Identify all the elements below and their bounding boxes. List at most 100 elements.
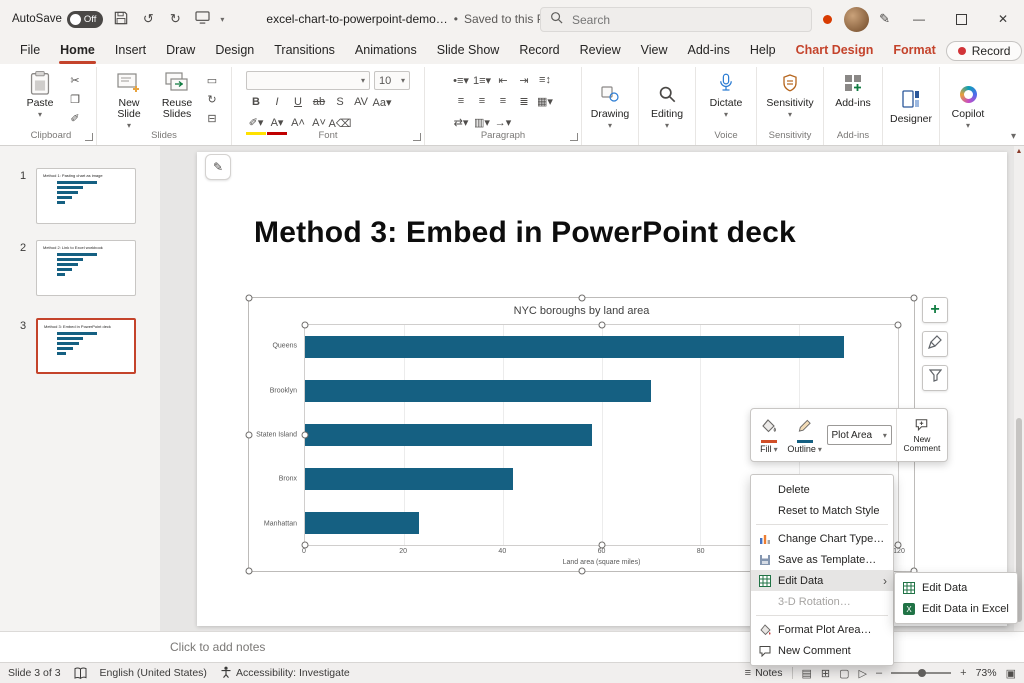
line-spacing-icon[interactable]: ≡↕ [535, 71, 555, 89]
selection-handle[interactable] [301, 321, 309, 329]
justify-icon[interactable]: ≣ [514, 92, 534, 110]
menu-item-reset-to-match-style[interactable]: Reset to Match Style [751, 500, 893, 521]
selection-handle[interactable] [910, 294, 918, 302]
dictate-button[interactable]: Dictate ▾ [703, 67, 749, 119]
dialog-launcher-icon[interactable] [570, 133, 578, 141]
scroll-up-icon[interactable]: ▲ [1014, 148, 1024, 155]
tab-record[interactable]: Record [509, 38, 569, 64]
fill-button[interactable]: Fill ▾ [751, 416, 787, 454]
chart-elements-button[interactable]: + [922, 297, 948, 323]
highlight-color-button[interactable]: ✐▾ [246, 114, 266, 135]
selection-dropdown[interactable]: Plot Area ▾ [826, 425, 892, 445]
format-painter-icon[interactable]: ✐ [65, 109, 85, 127]
increase-indent-icon[interactable]: ⇥ [514, 71, 534, 89]
slide-thumbnail-2[interactable]: Method 2: Link to Excel workbook [36, 240, 136, 296]
strikethrough-button[interactable]: ab [309, 93, 329, 111]
selection-handle[interactable] [301, 431, 309, 439]
zoom-slider-thumb[interactable] [918, 669, 927, 677]
italic-button[interactable]: I [267, 93, 287, 111]
bar-manhattan[interactable] [305, 512, 419, 534]
accessibility-status[interactable]: Accessibility: Investigate [220, 666, 350, 681]
notes-toggle[interactable]: ≡ Notes [745, 667, 783, 679]
dialog-launcher-icon[interactable] [85, 133, 93, 141]
zoom-slider[interactable] [891, 669, 952, 677]
present-icon[interactable] [193, 11, 211, 27]
collapse-ribbon-icon[interactable]: ▾ [1011, 131, 1016, 142]
zoom-out-icon[interactable]: – [876, 667, 882, 679]
menu-item-edit-data[interactable]: Edit Data › [751, 570, 893, 591]
zoom-level[interactable]: 73% [976, 667, 997, 679]
selection-handle[interactable] [894, 541, 902, 549]
font-name-select[interactable]: ▾ [246, 71, 370, 90]
slide-title[interactable]: Method 3: Embed in PowerPoint deck [254, 216, 796, 250]
autosave-toggle[interactable]: AutoSave Off [12, 10, 104, 28]
chart-filters-button[interactable] [922, 365, 948, 391]
spellcheck-book-icon[interactable] [74, 667, 87, 679]
chart-title[interactable]: NYC boroughs by land area [249, 305, 914, 317]
selection-handle[interactable] [245, 431, 253, 438]
notes-placeholder[interactable]: Click to add notes [170, 632, 265, 662]
bar-bronx[interactable] [305, 468, 513, 490]
font-size-select[interactable]: 10 ▾ [374, 71, 410, 90]
smartart-icon[interactable]: →▾ [493, 113, 513, 131]
selection-handle[interactable] [894, 321, 902, 329]
numbering-icon[interactable]: 1≡▾ [472, 71, 492, 89]
tab-home[interactable]: Home [50, 38, 105, 64]
slide-thumbnail-3[interactable]: Method 3: Embed in PowerPoint deck [36, 318, 136, 374]
tab-insert[interactable]: Insert [105, 38, 156, 64]
new-slide-button[interactable]: New Slide ▾ [106, 67, 152, 130]
selection-handle[interactable] [598, 321, 605, 329]
underline-button[interactable]: U [288, 93, 308, 111]
outline-button[interactable]: Outline ▾ [787, 416, 823, 454]
menu-item-format-plot-area[interactable]: Format Plot Area… [751, 619, 893, 640]
tab-help[interactable]: Help [740, 38, 786, 64]
cut-icon[interactable]: ✂ [65, 71, 85, 89]
normal-view-icon[interactable]: ▤ [802, 667, 812, 680]
bar-brooklyn[interactable] [305, 380, 651, 402]
menu-item-delete[interactable]: Delete [751, 479, 893, 500]
sensitivity-button[interactable]: Sensitivity ▾ [761, 67, 819, 119]
tab-draw[interactable]: Draw [156, 38, 205, 64]
drawing-button[interactable]: Drawing ▾ [587, 67, 633, 140]
reset-slide-icon[interactable]: ↻ [202, 90, 222, 108]
new-comment-button[interactable]: New Comment [895, 409, 947, 461]
tab-animations[interactable]: Animations [345, 38, 427, 64]
menu-item-new-comment[interactable]: New Comment [751, 640, 893, 661]
selection-handle[interactable] [578, 567, 585, 575]
copilot-button[interactable]: Copilot ▾ [945, 67, 991, 140]
selection-handle[interactable] [598, 541, 605, 549]
zoom-in-icon[interactable]: + [960, 667, 966, 679]
align-left-icon[interactable]: ≡ [451, 92, 471, 110]
bullets-icon[interactable]: •≡▾ [451, 71, 471, 89]
character-spacing-button[interactable]: AV [351, 93, 371, 111]
tab-design[interactable]: Design [205, 38, 264, 64]
search-box[interactable] [540, 7, 812, 32]
tab-review[interactable]: Review [570, 38, 631, 64]
slide-sorter-view-icon[interactable]: ⊞ [821, 667, 830, 680]
chevron-down-icon[interactable]: ▾ [220, 15, 224, 24]
addins-button[interactable]: Add-ins [830, 67, 876, 109]
columns-icon[interactable]: ▦▾ [535, 92, 555, 110]
undo-icon[interactable]: ↺ [139, 11, 157, 27]
slideshow-icon[interactable]: ▷ [859, 667, 867, 680]
minimize-button[interactable]: — [898, 0, 940, 38]
ink-to-design-chip[interactable]: ✎ [205, 154, 231, 180]
font-color-button[interactable]: A▾ [267, 114, 287, 135]
tab-file[interactable]: File [10, 38, 50, 64]
fit-to-window-icon[interactable]: ▣ [1006, 667, 1016, 680]
tab-slide-show[interactable]: Slide Show [427, 38, 510, 64]
copy-icon[interactable]: ❐ [65, 90, 85, 108]
chart-styles-button[interactable] [922, 331, 948, 357]
align-center-icon[interactable]: ≡ [472, 92, 492, 110]
selection-handle[interactable] [245, 294, 253, 302]
search-input[interactable] [570, 11, 774, 28]
designer-button[interactable]: Designer [888, 67, 934, 140]
tab-view[interactable]: View [631, 38, 678, 64]
increase-font-button[interactable]: A˄ [288, 114, 308, 132]
redo-icon[interactable]: ↻ [166, 11, 184, 27]
menu-item-edit-data-in-excel[interactable]: X Edit Data in Excel [895, 598, 1017, 619]
menu-item-edit-data[interactable]: Edit Data [895, 577, 1017, 598]
dialog-launcher-icon[interactable] [413, 133, 421, 141]
change-case-button[interactable]: Aa▾ [372, 93, 392, 111]
selection-handle[interactable] [245, 567, 253, 575]
